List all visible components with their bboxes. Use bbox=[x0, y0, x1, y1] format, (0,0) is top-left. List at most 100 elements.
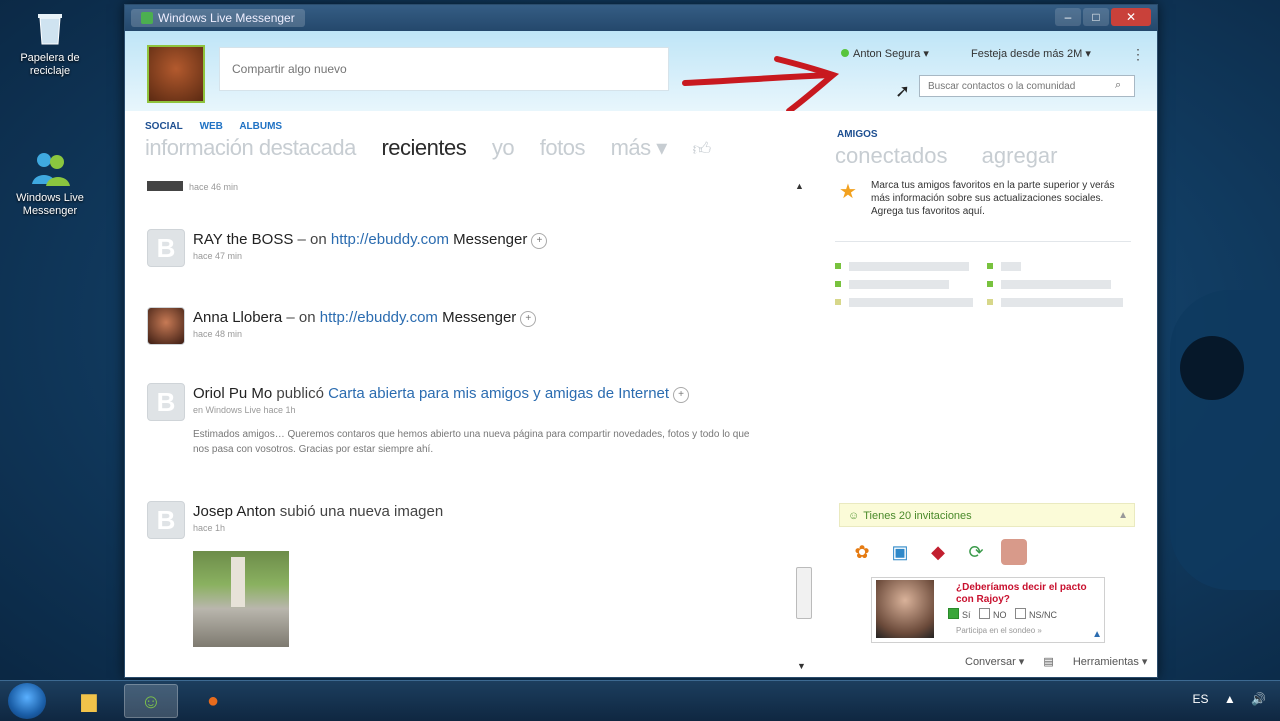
desktop-icon-recycle-bin[interactable]: Papelera de reciclaje bbox=[8, 8, 92, 78]
tray-flag-icon[interactable]: ▲ bbox=[1224, 692, 1236, 706]
away-status-icon bbox=[835, 299, 841, 305]
default-avatar-icon[interactable]: B bbox=[147, 229, 185, 267]
partial-time: hace 46 min bbox=[189, 182, 239, 192]
subtab-albums[interactable]: ALBUMS bbox=[239, 121, 282, 132]
like-thumb-icon[interactable]: 👍︎ bbox=[692, 139, 711, 159]
start-button[interactable] bbox=[8, 683, 46, 719]
windows-live-icon[interactable]: ✿ bbox=[849, 539, 875, 565]
poll-options: Sí NO NS/NC bbox=[942, 608, 1057, 620]
explorer-taskbar-icon[interactable]: ▆ bbox=[62, 684, 116, 718]
default-avatar-icon[interactable]: B bbox=[147, 383, 185, 421]
poll-footer-link[interactable]: Participa en el sondeo » bbox=[956, 626, 1042, 635]
wallpaper-shape bbox=[1170, 290, 1280, 590]
tab-recientes[interactable]: recientes bbox=[381, 135, 466, 160]
ad-info-icon[interactable]: ▲ bbox=[1092, 629, 1102, 640]
tab-yo[interactable]: yo bbox=[492, 135, 515, 160]
tab-agregar[interactable]: agregar bbox=[982, 143, 1058, 168]
poll-advertisement[interactable]: ¿Deberíamos decir el pacto con Rajoy? Sí… bbox=[871, 577, 1105, 643]
expand-icon[interactable]: + bbox=[531, 233, 548, 249]
contact-list bbox=[835, 259, 1135, 313]
scrollbar-thumb[interactable] bbox=[796, 567, 812, 619]
language-indicator[interactable]: ES bbox=[1192, 692, 1208, 706]
online-status-icon bbox=[841, 49, 849, 57]
games-icon[interactable]: ◆ bbox=[925, 539, 951, 565]
post-link[interactable]: http://ebuddy.com bbox=[320, 309, 438, 326]
online-status-icon bbox=[987, 281, 993, 287]
minimize-button[interactable]: – bbox=[1055, 8, 1081, 26]
poll-checkbox-nsnc[interactable] bbox=[1015, 608, 1027, 619]
status-selector[interactable]: Anton Segura ▾ bbox=[841, 47, 929, 60]
away-status-icon bbox=[987, 299, 993, 305]
post-time: hace 1h bbox=[193, 523, 226, 533]
online-status-icon bbox=[835, 281, 841, 287]
contact-item[interactable] bbox=[987, 259, 1021, 277]
share-input[interactable] bbox=[219, 47, 669, 91]
volume-icon[interactable]: 🔊 bbox=[1251, 692, 1266, 706]
post-author[interactable]: Josep Anton bbox=[193, 503, 276, 520]
contact-item[interactable] bbox=[835, 259, 969, 277]
tab-conectados[interactable]: conectados bbox=[835, 143, 948, 168]
window-title: Windows Live Messenger bbox=[131, 9, 305, 27]
desktop-icon-label: Papelera de reciclaje bbox=[20, 52, 80, 77]
tab-mas[interactable]: más ▾ bbox=[611, 135, 668, 160]
window-titlebar[interactable]: Windows Live Messenger – □ ✕ bbox=[125, 5, 1157, 31]
post-time: hace 47 min bbox=[193, 251, 243, 261]
poll-checkbox-no[interactable] bbox=[979, 608, 991, 619]
mouse-cursor-icon: ➚ bbox=[895, 81, 911, 101]
mood-selector[interactable]: Festeja desde más 2M ▾ bbox=[971, 47, 1091, 60]
default-avatar-icon[interactable]: B bbox=[147, 501, 185, 539]
scroll-up-arrow-icon[interactable]: ▲ bbox=[795, 181, 804, 191]
desktop-icon-label: Windows Live Messenger bbox=[16, 192, 84, 217]
people-photo-icon[interactable] bbox=[1001, 539, 1027, 565]
search-icon[interactable]: ⌕ bbox=[1115, 79, 1121, 92]
contact-photo[interactable] bbox=[147, 307, 185, 345]
social-feed: SOCIAL WEB ALBUMS información destacada … bbox=[125, 111, 816, 677]
red-arrow-annotation bbox=[682, 56, 840, 114]
subtab-web[interactable]: WEB bbox=[200, 121, 223, 132]
maximize-button[interactable]: □ bbox=[1083, 8, 1109, 26]
invitations-bar[interactable]: ☺ Tienes 20 invitaciones ▲ bbox=[839, 503, 1135, 527]
tab-destacada[interactable]: información destacada bbox=[145, 135, 356, 160]
tools-menu[interactable]: Herramientas ▾ bbox=[1073, 656, 1148, 668]
online-status-icon bbox=[987, 263, 993, 269]
favorites-tip: ★ Marca tus amigos favoritos en la parte… bbox=[835, 177, 1131, 242]
people-icon: ☺ bbox=[848, 510, 860, 522]
post-time: hace 48 min bbox=[193, 329, 243, 339]
post-author[interactable]: Oriol Pu Mo bbox=[193, 385, 272, 402]
firefox-taskbar-icon[interactable]: ● bbox=[186, 684, 240, 718]
tools-icon[interactable]: ▤ bbox=[1043, 656, 1053, 668]
collapse-icon[interactable]: ▲ bbox=[1118, 504, 1128, 528]
desktop-icon-messenger[interactable]: Windows Live Messenger bbox=[8, 148, 92, 218]
messenger-taskbar-icon[interactable]: ☺ bbox=[124, 684, 178, 718]
sync-icon[interactable]: ⟳ bbox=[963, 539, 989, 565]
ad-photo bbox=[876, 580, 934, 638]
post-link[interactable]: Carta abierta para mis amigos y amigas d… bbox=[328, 385, 669, 402]
contact-item[interactable] bbox=[987, 277, 1111, 295]
contact-item[interactable] bbox=[835, 295, 973, 313]
conversar-menu[interactable]: Conversar ▾ bbox=[965, 656, 1024, 668]
contact-item[interactable] bbox=[987, 295, 1123, 313]
mini-thumbnail bbox=[147, 181, 183, 191]
subtab-social[interactable]: SOCIAL bbox=[145, 121, 183, 132]
window-controls: – □ ✕ bbox=[1055, 8, 1151, 26]
menu-icon[interactable]: ⋮ bbox=[1131, 46, 1145, 63]
messenger-app-icon bbox=[141, 12, 153, 24]
expand-icon[interactable]: + bbox=[520, 311, 537, 327]
user-avatar[interactable] bbox=[147, 45, 205, 103]
contacts-panel: AMIGOS conectados agregar ★ Marca tus am… bbox=[815, 111, 1155, 677]
post-author[interactable]: RAY the BOSS bbox=[193, 231, 293, 248]
post-link[interactable]: http://ebuddy.com bbox=[331, 231, 449, 248]
search-contacts-input[interactable] bbox=[919, 75, 1135, 97]
post-image[interactable] bbox=[193, 551, 289, 647]
expand-icon[interactable]: + bbox=[673, 387, 690, 403]
gallery-icon[interactable]: ▣ bbox=[887, 539, 913, 565]
messenger-window: Windows Live Messenger – □ ✕ Anton Segur… bbox=[124, 4, 1158, 678]
contact-item[interactable] bbox=[835, 277, 949, 295]
scroll-down-arrow-icon[interactable]: ▼ bbox=[797, 661, 806, 671]
post-author[interactable]: Anna Llobera bbox=[193, 309, 282, 326]
tab-fotos[interactable]: fotos bbox=[540, 135, 586, 160]
poll-checkbox-yes[interactable] bbox=[948, 608, 959, 619]
service-icons: ✿ ▣ ◆ ⟳ bbox=[849, 539, 1027, 565]
close-button[interactable]: ✕ bbox=[1111, 8, 1151, 26]
poll-question: ¿Deberíamos decir el pacto con Rajoy? bbox=[956, 582, 1087, 605]
